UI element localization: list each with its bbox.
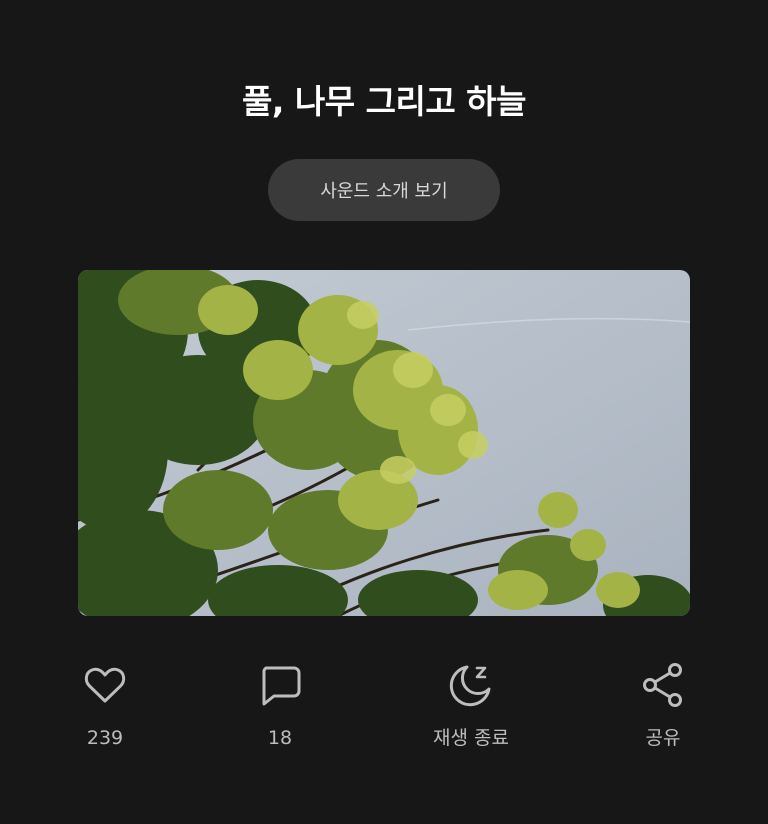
- comment-icon: [262, 666, 301, 706]
- sleep-timer-label: 재생 종료: [433, 727, 509, 749]
- like-count: 239: [86, 727, 124, 749]
- comment-count: 18: [267, 727, 293, 749]
- share-button[interactable]: 공유: [598, 655, 728, 751]
- comment-button[interactable]: 18: [215, 655, 345, 751]
- heart-icon: [84, 667, 126, 703]
- sound-intro-button[interactable]: 사운드 소개 보기: [268, 159, 500, 221]
- like-button[interactable]: 239: [40, 655, 170, 751]
- artwork-image: [78, 270, 690, 616]
- share-label: 공유: [645, 727, 681, 749]
- sleep-moon-icon: [449, 665, 491, 707]
- action-bar: 239 18 재생 종료 공유: [0, 655, 768, 765]
- tree-sky-illustration: [78, 270, 690, 616]
- page-title: 풀, 나무 그리고 하늘: [242, 82, 526, 121]
- sleep-timer-button[interactable]: 재생 종료: [406, 655, 536, 751]
- share-icon: [643, 663, 682, 707]
